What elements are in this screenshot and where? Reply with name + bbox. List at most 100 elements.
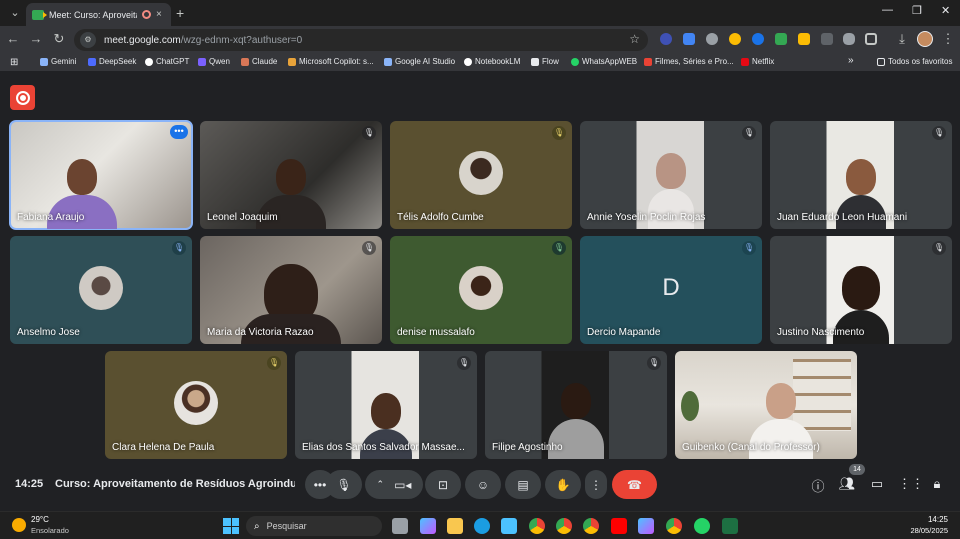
more-options-button[interactable]: ⋮ <box>585 470 607 499</box>
bookmark-notebooklm[interactable]: NotebookLM <box>464 57 520 66</box>
windows-start-icon[interactable] <box>223 518 239 534</box>
chat-icon[interactable]: ▭ <box>868 476 886 492</box>
participant-tile[interactable]: ••• Fabiana Araujo <box>9 120 193 230</box>
download-icon[interactable]: ⤓ <box>894 31 910 47</box>
minimize-button[interactable]: — <box>882 4 893 16</box>
bookmarks-overflow-button[interactable]: » <box>848 55 854 66</box>
present-screen-button[interactable]: ⊡ <box>425 470 461 499</box>
raise-hand-button[interactable]: ✋ <box>545 470 581 499</box>
chrome-icon[interactable] <box>666 518 682 534</box>
extension-icon[interactable] <box>752 33 764 45</box>
recording-button[interactable] <box>10 85 35 110</box>
extensions-puzzle-icon[interactable] <box>865 33 877 45</box>
meeting-details-icon[interactable]: ⓘ <box>809 476 827 495</box>
bookmark-copilot[interactable]: Microsoft Copilot: s... <box>288 57 374 66</box>
microphone-button[interactable]: 🎙︎ <box>326 470 362 499</box>
whatsapp-icon[interactable] <box>694 518 710 534</box>
store-icon[interactable] <box>501 518 517 534</box>
captions-button[interactable]: ▤ <box>505 470 541 499</box>
participant-tile[interactable]: 🎙︎ Juan Eduardo Leon Huamani <box>770 121 952 229</box>
reactions-button[interactable]: ☺ <box>465 470 501 499</box>
back-button[interactable]: ← <box>5 31 21 46</box>
camera-button[interactable]: ⌃ ▭◂ <box>365 470 423 499</box>
bookmark-star-icon[interactable]: ☆ <box>629 32 640 46</box>
bookmark-chatgpt[interactable]: ChatGPT <box>145 57 189 66</box>
extension-icon[interactable] <box>706 33 718 45</box>
meeting-title: Curso: Aproveitamento de Resíduos Agroin… <box>55 478 295 490</box>
people-icon[interactable]: 👥︎ <box>838 476 856 492</box>
tab-search-icon[interactable]: ⌄ <box>6 5 24 21</box>
copilot-icon[interactable] <box>420 518 436 534</box>
bookmark-netflix[interactable]: Netflix <box>741 57 774 66</box>
mic-off-icon: 🎙︎ <box>362 126 376 140</box>
excel-icon[interactable] <box>722 518 738 534</box>
participant-tile[interactable]: 🎙︎ Leonel Joaquim <box>200 121 382 229</box>
new-tab-button[interactable]: + <box>176 5 184 21</box>
browser-toolbar: ← → ↻ ⚙ meet.google.com /wzg-ednm-xqt?au… <box>0 26 960 54</box>
bookmark-deepseek[interactable]: DeepSeek <box>88 57 136 66</box>
youtube-icon[interactable] <box>611 518 627 534</box>
chrome-icon[interactable] <box>529 518 545 534</box>
participant-tile[interactable]: 🎙︎ Annie Yoselin Poclin Rojas <box>580 121 762 229</box>
edge-icon[interactable] <box>474 518 490 534</box>
weather-sun-icon[interactable] <box>12 518 26 532</box>
all-bookmarks-folder[interactable]: Todos os favoritos <box>877 57 952 66</box>
tab-close-button[interactable]: × <box>156 9 162 20</box>
activities-icon[interactable]: ⋮⋮ <box>898 476 924 492</box>
bookmark-qwen[interactable]: Qwen <box>198 57 230 66</box>
participant-tile[interactable]: 🎙︎ Anselmo Jose <box>10 236 192 344</box>
participant-tile[interactable]: 🎙︎ denise mussalafo <box>390 236 572 344</box>
close-window-button[interactable]: ✕ <box>941 4 950 17</box>
shield-icon[interactable] <box>843 33 855 45</box>
participant-tile[interactable]: 🎙︎ Filipe Agostinho <box>485 351 667 459</box>
taskbar-clock[interactable]: 14:25 <box>910 515 948 524</box>
browser-tab-meet[interactable]: Meet: Curso: Aproveitamen × <box>26 3 171 26</box>
bookmark-ai-studio[interactable]: Google AI Studio <box>384 57 455 66</box>
taskbar-search-box[interactable]: ⌕ Pesquisar <box>246 516 382 536</box>
file-explorer-icon[interactable] <box>447 518 463 534</box>
participant-tile[interactable]: 🎙︎ Elias dos Santos Salvador Massae... <box>295 351 477 459</box>
taskbar-date[interactable]: 28/05/2025 <box>898 526 948 535</box>
participant-tile[interactable]: 🎙︎ Justino Nascimento <box>770 236 952 344</box>
address-bar[interactable]: ⚙ meet.google.com /wzg-ednm-xqt?authuser… <box>74 29 648 51</box>
more-vert-icon: ⋮ <box>590 477 602 492</box>
meet-stage: ••• Fabiana Araujo 🎙︎ Leonel Joaquim 🎙︎ … <box>0 73 960 511</box>
forward-button[interactable]: → <box>28 31 44 46</box>
participant-tile[interactable]: 🎙︎ Maria da Victoria Razao <box>200 236 382 344</box>
extension-icon[interactable] <box>729 33 741 45</box>
copilot-icon[interactable] <box>638 518 654 534</box>
leave-call-button[interactable]: ☎ <box>612 470 657 499</box>
extension-icon[interactable] <box>683 33 695 45</box>
maximize-button[interactable]: ❐ <box>912 4 922 17</box>
participant-tile[interactable]: D 🎙︎ Dercio Mapande <box>580 236 762 344</box>
participant-tile[interactable]: 🎙︎ Clara Helena De Paula <box>105 351 287 459</box>
browser-tab-strip: ⌄ Meet: Curso: Aproveitamen × + — ❐ ✕ <box>0 0 960 26</box>
gemini-icon <box>40 57 48 66</box>
bookmark-flow[interactable]: Flow <box>531 57 559 66</box>
extension-icon[interactable] <box>821 33 833 45</box>
bookmark-gemini[interactable]: Gemini <box>40 57 76 66</box>
chrome-icon[interactable] <box>583 518 599 534</box>
task-view-icon[interactable] <box>392 518 408 534</box>
site-info-icon[interactable]: ⚙ <box>80 32 96 48</box>
apps-grid-icon[interactable]: ⊞ <box>10 57 18 68</box>
profile-avatar[interactable] <box>917 31 933 47</box>
reload-button[interactable]: ↻ <box>51 31 67 47</box>
extension-icon[interactable] <box>660 33 672 45</box>
bookmark-whatsapp[interactable]: WhatsAppWEB <box>571 57 637 66</box>
weather-temperature[interactable]: 29°C <box>31 515 49 524</box>
participant-tile[interactable]: Guibenko (Canal do Professor) <box>675 351 857 459</box>
more-options-icon[interactable]: ••• <box>170 125 188 139</box>
filmes-icon <box>644 57 652 66</box>
participant-tile[interactable]: 🎙︎ Télis Adolfo Cumbe <box>390 121 572 229</box>
extension-icon[interactable] <box>798 33 810 45</box>
bookmark-claude[interactable]: Claude <box>241 57 277 66</box>
weather-description[interactable]: Ensolarado <box>31 526 69 535</box>
chrome-icon[interactable] <box>556 518 572 534</box>
bookmark-filmes[interactable]: Filmes, Séries e Pro... <box>644 57 734 66</box>
browser-menu-icon[interactable]: ⋮ <box>940 31 956 47</box>
extension-icon[interactable] <box>775 33 787 45</box>
captions-icon: ▤ <box>517 477 529 492</box>
tab-title: Meet: Curso: Aproveitamen <box>49 9 137 20</box>
host-controls-icon[interactable]: 🔒︎ <box>928 476 946 492</box>
